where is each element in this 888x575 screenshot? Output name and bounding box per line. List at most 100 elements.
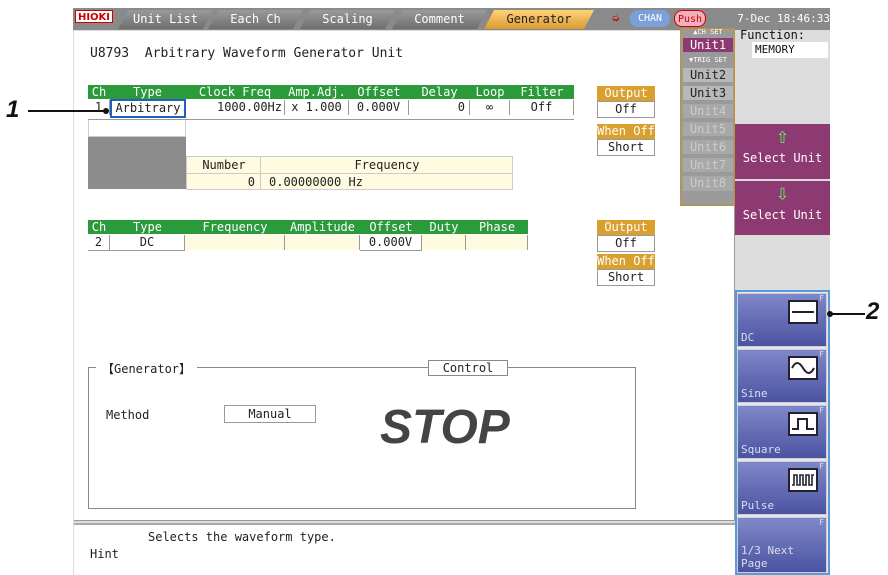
fkey-marker: F: [819, 518, 824, 527]
ch1-offset[interactable]: 0.000V: [349, 100, 409, 115]
ch1-table: Ch Type Clock Freq Amp.Adj. Offset Delay…: [88, 85, 574, 118]
select-unit-up-label: Select Unit: [742, 151, 823, 165]
page-title: U8793 Arbitrary Waveform Generator Unit: [90, 46, 404, 61]
subtable-vline: [260, 157, 261, 189]
tab-generator[interactable]: Generator: [484, 10, 594, 29]
ch-set-label: ▲CH SET: [693, 28, 723, 36]
fkey-next-page[interactable]: F 1/3 Next Page: [737, 517, 827, 573]
tab-unit-list[interactable]: Unit List: [118, 10, 213, 29]
function-value: MEMORY: [752, 42, 828, 58]
ch2-number: 2: [88, 235, 110, 251]
square-wave-icon: [788, 412, 818, 436]
control-label: Control: [428, 360, 508, 376]
chan-button[interactable]: CHAN: [630, 10, 670, 27]
function-label: Function:: [740, 28, 806, 42]
ch2-phase: [466, 235, 528, 250]
header-amp-adj: Amp.Adj.: [285, 85, 349, 99]
generator-title: 【Generator】: [96, 360, 198, 377]
header-frequency: Frequency: [354, 158, 420, 172]
callout-1: 1: [6, 96, 20, 123]
method-value[interactable]: Manual: [224, 405, 316, 423]
ch2-output-value[interactable]: Off: [597, 235, 655, 252]
header-frequency: Frequency: [185, 220, 285, 234]
select-unit-up-button[interactable]: ⇧ Select Unit: [735, 124, 830, 179]
ch1-when-off-header: When Off: [597, 124, 655, 139]
ch2-duty: [422, 235, 466, 250]
unit-6: Unit6: [683, 140, 733, 155]
header-duty: Duty: [422, 220, 466, 234]
callout-2-line: [827, 311, 865, 317]
fkey-next-page-label: 1/3 Next Page: [741, 544, 794, 570]
up-arrow-icon: ⇧: [775, 124, 790, 149]
generator-box: [88, 367, 636, 509]
ch2-when-off-value[interactable]: Short: [597, 269, 655, 286]
unit-1[interactable]: Unit1: [683, 38, 733, 53]
fkey-marker: F: [819, 462, 824, 471]
select-unit-down-label: Select Unit: [742, 208, 823, 222]
tab-scaling[interactable]: Scaling: [300, 10, 395, 29]
ch1-waveform-preview: [88, 137, 186, 189]
header-loop: Loop: [470, 85, 510, 99]
unit-3[interactable]: Unit3: [683, 86, 733, 101]
callout-1-line: [28, 108, 109, 114]
run-state: STOP: [380, 401, 510, 454]
down-arrow-icon: ⇩: [775, 181, 790, 206]
unit-8: Unit8: [683, 176, 733, 191]
ch1-output-header: Output: [597, 86, 655, 101]
ch1-loop[interactable]: ∞: [470, 100, 510, 115]
fkey-marker: F: [819, 406, 824, 415]
header-number: Number: [202, 158, 246, 172]
fkey-square-label: Square: [741, 443, 781, 456]
subtable-divider: [187, 173, 512, 174]
fkey-square[interactable]: F Square: [737, 405, 827, 459]
hint-text: Selects the waveform type.: [148, 530, 336, 544]
ch2-amplitude: [285, 235, 360, 250]
header-offset: Offset: [360, 220, 422, 234]
header-ch: Ch: [88, 85, 110, 99]
trig-set-label: ▼TRIG SET: [689, 56, 727, 64]
ch2-table: Ch Type Frequency Amplitude Offset Duty …: [88, 220, 528, 253]
select-unit-down-button[interactable]: ⇩ Select Unit: [735, 181, 830, 235]
header-delay: Delay: [409, 85, 470, 99]
ch2-offset[interactable]: 0.000V: [360, 235, 422, 251]
ch1-preview-frame: [88, 120, 186, 137]
datetime: 7-Dec 18:46:33: [737, 12, 830, 25]
ch2-output-header: Output: [597, 220, 655, 235]
ch1-output-value[interactable]: Off: [597, 101, 655, 118]
method-label: Method: [106, 408, 150, 422]
fkey-marker: F: [819, 294, 824, 303]
header-type: Type: [110, 85, 185, 99]
header-phase: Phase: [466, 220, 528, 234]
unit-2[interactable]: Unit2: [683, 68, 733, 83]
ch1-delay[interactable]: 0: [409, 100, 470, 115]
ch1-filter[interactable]: Off: [510, 100, 574, 115]
hioki-logo: HIOKI: [75, 10, 113, 23]
return-arrow-icon[interactable]: ➭: [606, 10, 626, 28]
dc-wave-icon: [788, 300, 818, 324]
ch1-subtable: Number Frequency 0 0.00000000 Hz: [186, 156, 513, 190]
hint-label: Hint: [90, 547, 119, 561]
ch1-type-field[interactable]: Arbitrary: [110, 99, 186, 118]
callout-2: 2: [866, 298, 880, 325]
ch2-when-off-header: When Off: [597, 254, 655, 269]
header-amplitude: Amplitude: [285, 220, 360, 234]
ch1-amp-adj[interactable]: x 1.000: [285, 100, 349, 115]
unit-4: Unit4: [683, 104, 733, 119]
ch2-type-field[interactable]: DC: [110, 235, 185, 251]
ch1-clock-freq[interactable]: 1000.00Hz: [185, 100, 285, 115]
header-clock-freq: Clock Freq: [185, 85, 285, 99]
fkey-sine[interactable]: F Sine: [737, 349, 827, 403]
header-type: Type: [110, 220, 185, 234]
tab-comment[interactable]: Comment: [392, 10, 487, 29]
fkey-sine-label: Sine: [741, 387, 768, 400]
ch1-frequency-value[interactable]: 0.00000000 Hz: [269, 175, 509, 189]
fkey-dc[interactable]: F DC: [737, 293, 827, 347]
tab-each-ch[interactable]: Each Ch: [208, 10, 303, 29]
header-ch: Ch: [88, 220, 110, 234]
ch2-frequency: [185, 235, 285, 250]
ch1-number-value[interactable]: 0: [189, 175, 255, 189]
fkey-pulse[interactable]: F Pulse: [737, 461, 827, 515]
fkey-pulse-label: Pulse: [741, 499, 775, 512]
ch1-when-off-value[interactable]: Short: [597, 139, 655, 156]
header-filter: Filter: [510, 85, 574, 99]
